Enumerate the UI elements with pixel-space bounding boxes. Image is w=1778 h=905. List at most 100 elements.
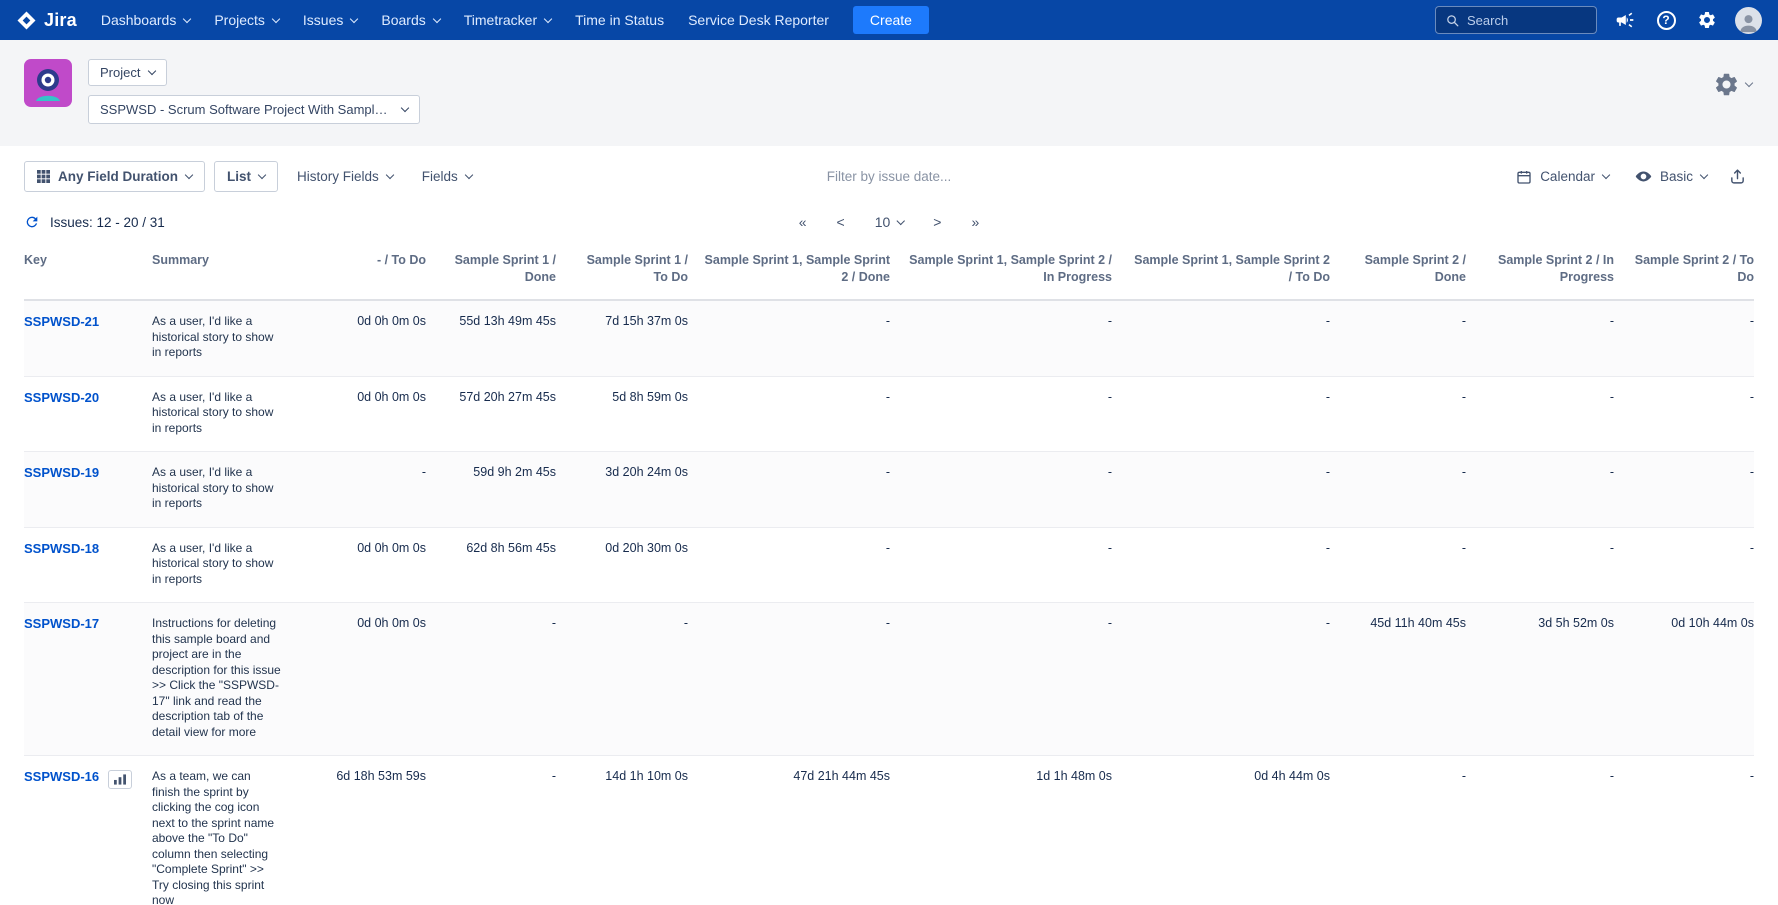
column-header[interactable]: Sample Sprint 2 / In Progress — [1474, 240, 1622, 300]
help-button[interactable]: ? — [1653, 7, 1679, 33]
issues-table-head: KeySummary- / To DoSample Sprint 1 / Don… — [24, 240, 1754, 300]
duration-cell: - — [1338, 452, 1474, 528]
pager: « < 10 > » — [799, 214, 980, 230]
column-header[interactable]: Sample Sprint 2 / To Do — [1622, 240, 1754, 300]
issue-summary: As a team, we can finish the sprint by c… — [144, 756, 322, 905]
column-header[interactable]: Sample Sprint 2 / Done — [1338, 240, 1474, 300]
column-header[interactable]: Sample Sprint 1, Sample Sprint 2 / To Do — [1120, 240, 1338, 300]
duration-cell: - — [1338, 376, 1474, 452]
field-duration-select[interactable]: Any Field Duration — [24, 161, 205, 192]
duration-cell: 14d 1h 10m 0s — [564, 756, 696, 905]
view-mode-label: Basic — [1660, 169, 1693, 184]
issue-row: SSPWSD-21As a user, I'd like a historica… — [24, 300, 1754, 376]
refresh-icon — [24, 214, 40, 230]
history-fields-select[interactable]: History Fields — [287, 162, 403, 191]
duration-cell: - — [696, 527, 898, 603]
export-button[interactable] — [1723, 162, 1752, 191]
nav-item-issues[interactable]: Issues — [291, 0, 369, 40]
nav-item-label: Service Desk Reporter — [688, 12, 829, 28]
first-page-button[interactable]: « — [799, 214, 807, 230]
search-input[interactable] — [1467, 13, 1587, 28]
column-header[interactable]: Summary — [144, 240, 322, 300]
column-header[interactable]: - / To Do — [322, 240, 434, 300]
issue-key-link[interactable]: SSPWSD-19 — [24, 465, 99, 480]
chevron-down-icon — [272, 14, 280, 22]
nav-item-time-in-status[interactable]: Time in Status — [563, 0, 676, 40]
issue-row: SSPWSD-17Instructions for deleting this … — [24, 603, 1754, 756]
duration-cell: 0d 10h 44m 0s — [1622, 603, 1754, 756]
jira-logo[interactable]: Jira — [12, 10, 89, 31]
project-select[interactable]: SSPWSD - Scrum Software Project With Sam… — [88, 95, 420, 124]
duration-cell: 6d 18h 53m 59s — [322, 756, 434, 905]
duration-cell: - — [1474, 452, 1622, 528]
duration-cell: 5d 8h 59m 0s — [564, 376, 696, 452]
column-header[interactable]: Sample Sprint 1, Sample Sprint 2 / In Pr… — [898, 240, 1120, 300]
nav-item-dashboards[interactable]: Dashboards — [89, 0, 203, 40]
scope-select[interactable]: Project — [88, 59, 167, 86]
announcements-button[interactable] — [1612, 7, 1638, 33]
last-page-button[interactable]: » — [971, 214, 979, 230]
issue-row: SSPWSD-16 As a team, we can finish the sp… — [24, 756, 1754, 905]
nav-item-label: Timetracker — [464, 12, 537, 28]
issue-key-link[interactable]: SSPWSD-17 — [24, 616, 99, 631]
duration-cell: - — [1622, 452, 1754, 528]
duration-cell: - — [898, 452, 1120, 528]
view-select[interactable]: List — [214, 161, 278, 192]
project-avatar — [24, 59, 72, 107]
nav-item-boards[interactable]: Boards — [369, 0, 451, 40]
nav-item-timetracker[interactable]: Timetracker — [452, 0, 563, 40]
issue-key-link[interactable]: SSPWSD-18 — [24, 541, 99, 556]
page-size-select[interactable]: 10 — [875, 214, 904, 230]
duration-cell: - — [1474, 300, 1622, 376]
worklog-chart-button[interactable] — [108, 770, 132, 789]
duration-cell: - — [1120, 300, 1338, 376]
nav-item-service-desk-reporter[interactable]: Service Desk Reporter — [676, 0, 841, 40]
issue-key-link[interactable]: SSPWSD-21 — [24, 314, 99, 329]
view-mode-button[interactable]: Basic — [1625, 161, 1717, 192]
chevron-down-icon — [432, 14, 440, 22]
issue-summary: As a user, I'd like a historical story t… — [144, 527, 322, 603]
issue-date-filter-input[interactable] — [749, 169, 1029, 184]
chevron-down-icon — [258, 171, 266, 179]
duration-cell: - — [898, 527, 1120, 603]
view-label: List — [227, 169, 251, 184]
column-header[interactable]: Sample Sprint 1 / Done — [434, 240, 564, 300]
top-navigation-bar: Jira Dashboards Projects Issues Boards T… — [0, 0, 1778, 40]
export-icon — [1729, 168, 1746, 185]
issue-key-link[interactable]: SSPWSD-16 — [24, 769, 99, 784]
fields-select[interactable]: Fields — [412, 162, 482, 191]
scope-label: Project — [100, 65, 140, 80]
issue-row: SSPWSD-18 As a user, I'd like a historica… — [24, 527, 1754, 603]
table-header-row: KeySummary- / To DoSample Sprint 1 / Don… — [24, 240, 1754, 300]
user-avatar[interactable] — [1735, 7, 1762, 34]
grid-icon — [37, 170, 50, 183]
chevron-down-icon — [185, 171, 193, 179]
project-avatar-icon — [24, 59, 72, 107]
project-name: SSPWSD - Scrum Software Project With Sam… — [100, 102, 390, 117]
duration-cell: - — [898, 376, 1120, 452]
duration-cell: - — [1474, 376, 1622, 452]
nav-item-label: Issues — [303, 12, 343, 28]
duration-cell: - — [1622, 300, 1754, 376]
jira-logo-icon — [16, 10, 37, 31]
field-duration-label: Any Field Duration — [58, 169, 178, 184]
nav-item-projects[interactable]: Projects — [202, 0, 291, 40]
next-page-button[interactable]: > — [933, 214, 941, 230]
create-button[interactable]: Create — [853, 6, 929, 34]
project-header: Project SSPWSD - Scrum Software Project … — [0, 40, 1778, 146]
prev-page-button[interactable]: < — [837, 214, 845, 230]
issue-summary: As a user, I'd like a historical story t… — [144, 376, 322, 452]
admin-settings-button[interactable] — [1694, 7, 1720, 33]
column-header[interactable]: Key — [24, 240, 144, 300]
global-search[interactable] — [1435, 6, 1597, 34]
refresh-button[interactable] — [24, 214, 40, 230]
issue-key-link[interactable]: SSPWSD-20 — [24, 390, 99, 405]
duration-cell: - — [1120, 452, 1338, 528]
key-cell: SSPWSD-19 — [24, 452, 144, 528]
megaphone-icon — [1615, 10, 1635, 30]
column-header[interactable]: Sample Sprint 1 / To Do — [564, 240, 696, 300]
column-header[interactable]: Sample Sprint 1, Sample Sprint 2 / Done — [696, 240, 898, 300]
report-settings-button[interactable] — [1713, 71, 1752, 98]
duration-cell: - — [696, 376, 898, 452]
calendar-button[interactable]: Calendar — [1506, 162, 1619, 192]
